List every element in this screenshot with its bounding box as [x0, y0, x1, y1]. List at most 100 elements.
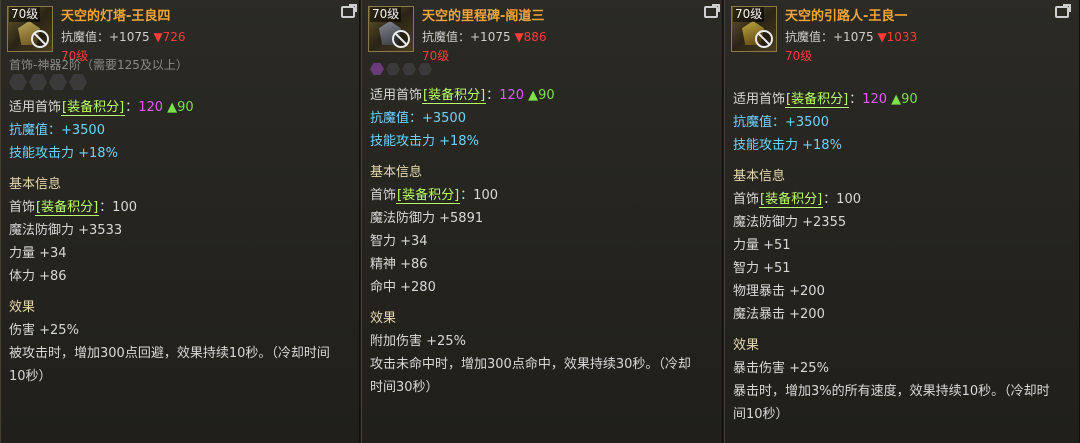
- unusable-icon: [392, 30, 410, 48]
- apply-prefix: 适用首饰: [370, 88, 423, 103]
- stat-line: 力量 +34: [9, 246, 67, 261]
- effect-line: 攻击未命中时，增加300点命中，效果持续30秒。（冷却: [370, 357, 691, 372]
- tooltip-body: 适用首饰[装备积分]：120 ▲90 抗魔值：+3500 技能攻击力 +18% …: [725, 88, 1079, 426]
- stat-line: 物理暴击 +200: [733, 284, 825, 299]
- stat-line: 魔法防御力 +2355: [733, 215, 847, 230]
- equip-score-tag[interactable]: [装备积分]: [759, 192, 824, 208]
- item-icon: 70级: [7, 6, 53, 52]
- apply-line: 适用首饰[装备积分]：120 ▲90: [725, 88, 1079, 111]
- resist-label: 抗魔值：+1075: [61, 30, 150, 44]
- level-tag: 70级: [733, 7, 765, 22]
- socket-icon: [402, 63, 416, 75]
- resist-diff: ▼726: [153, 30, 186, 44]
- accessory-label: 首饰: [370, 188, 397, 203]
- accessory-line: 首饰[装备积分]：100: [362, 184, 722, 207]
- resist-label: 抗魔值：+1075: [785, 30, 874, 44]
- score-diff: ▲90: [891, 92, 918, 107]
- stat-line: 精神 +86: [370, 257, 428, 272]
- stat-line: 力量 +51: [733, 238, 791, 253]
- score-value: 120: [499, 88, 525, 103]
- score-colon: ：: [486, 88, 500, 103]
- level-tag: 70级: [9, 7, 41, 22]
- equip-score-tag[interactable]: [装备积分]: [396, 188, 461, 204]
- effect-line: 暴击时，增加3%的所有速度，效果持续10秒。（冷却时: [733, 384, 1050, 399]
- effect-line: 暴击伤害 +25%: [733, 361, 829, 376]
- effect-heading: 效果: [370, 311, 397, 326]
- item-tooltip-panel-3: 70级 天空的引路人-王良一 抗魔值：+1075 ▼1033 70级 适用首饰[…: [724, 0, 1080, 443]
- item-tooltip-panel-1: 70级 天空的灯塔-王良四 抗魔值：+1075 ▼726 70级 首饰-神器2阶…: [0, 0, 360, 443]
- accessory-line: 首饰[装备积分]：100: [1, 196, 359, 219]
- required-level: 70级: [785, 49, 813, 63]
- resist-compare: 抗魔值：+1075 ▼726: [61, 28, 186, 45]
- stat-line: 智力 +34: [370, 234, 428, 249]
- apply-prefix: 适用首饰: [9, 100, 62, 115]
- socket-icon: [49, 74, 67, 90]
- effect-line: 10秒）: [9, 369, 52, 384]
- tooltip-header: 70级 天空的灯塔-王良四 抗魔值：+1075 ▼726 70级: [1, 0, 359, 63]
- stat-line: 魔法防御力 +3533: [9, 223, 123, 238]
- tooltip-header: 70级 天空的里程碑-阁道三 抗魔值：+1075 ▼886 70级: [362, 0, 722, 63]
- skill-atk-line: 技能攻击力 +18%: [733, 138, 842, 153]
- apply-prefix: 适用首饰: [733, 92, 786, 107]
- socket-icon: [9, 74, 27, 90]
- equip-score-tag[interactable]: [装备积分]: [35, 200, 100, 216]
- accessory-score: ：100: [460, 188, 498, 203]
- expand-icon[interactable]: [1055, 4, 1071, 18]
- stat-line: 命中 +280: [370, 280, 436, 295]
- basic-info-heading: 基本信息: [733, 169, 786, 184]
- resist-line: 抗魔值：+3500: [9, 123, 105, 138]
- effect-heading: 效果: [733, 338, 760, 353]
- stat-line: 智力 +51: [733, 261, 791, 276]
- effect-line: 附加伤害 +25%: [370, 334, 466, 349]
- effect-heading: 效果: [9, 300, 36, 315]
- basic-info-heading: 基本信息: [9, 177, 62, 192]
- tooltip-body: 适用首饰[装备积分]：120 ▲90 抗魔值：+3500 技能攻击力 +18% …: [362, 63, 722, 399]
- item-tooltip-panel-2: 70级 天空的里程碑-阁道三 抗魔值：+1075 ▼886 70级 适用首饰[装…: [361, 0, 723, 443]
- score-diff: ▲90: [167, 100, 194, 115]
- apply-line: 适用首饰[装备积分]：120 ▲90: [1, 96, 359, 119]
- score-colon: ：: [125, 100, 139, 115]
- resist-compare: 抗魔值：+1075 ▼886: [422, 28, 547, 45]
- unusable-icon: [755, 30, 773, 48]
- basic-info-heading: 基本信息: [370, 165, 423, 180]
- item-title: 天空的里程碑-阁道三: [422, 9, 545, 24]
- effect-line: 间10秒）: [733, 407, 789, 422]
- socket-icon: [29, 74, 47, 90]
- socket-icon: [69, 74, 87, 90]
- item-title: 天空的引路人-王良一: [785, 9, 908, 24]
- resist-diff: ▼886: [514, 30, 547, 44]
- category-line: 首饰-神器2阶（需要125及以上）: [9, 58, 188, 72]
- equip-score-tag[interactable]: [装备积分]: [422, 88, 487, 104]
- effect-line: 伤害 +25%: [9, 323, 79, 338]
- equip-score-tag[interactable]: [装备积分]: [785, 92, 850, 108]
- score-colon: ：: [849, 92, 863, 107]
- stat-line: 魔法防御力 +5891: [370, 211, 484, 226]
- accessory-label: 首饰: [9, 200, 36, 215]
- score-value: 120: [138, 100, 164, 115]
- skill-atk-line: 技能攻击力 +18%: [370, 134, 479, 149]
- effect-line: 被攻击时，增加300点回避，效果持续10秒。（冷却时间: [9, 346, 330, 361]
- expand-icon[interactable]: [704, 4, 720, 18]
- resist-label: 抗魔值：+1075: [422, 30, 511, 44]
- socket-icon: [370, 63, 384, 75]
- effect-line: 时间30秒）: [370, 380, 439, 395]
- unusable-icon: [31, 30, 49, 48]
- equip-score-tag[interactable]: [装备积分]: [61, 100, 126, 116]
- expand-icon[interactable]: [341, 4, 357, 18]
- apply-line: 适用首饰[装备积分]：120 ▲90: [362, 84, 722, 107]
- item-title: 天空的灯塔-王良四: [61, 9, 171, 24]
- score-diff: ▲90: [528, 88, 555, 103]
- item-icon: 70级: [368, 6, 414, 52]
- score-value: 120: [862, 92, 888, 107]
- accessory-line: 首饰[装备积分]：100: [725, 188, 1079, 211]
- resist-line: 抗魔值：+3500: [733, 115, 829, 130]
- socket-icon: [418, 63, 432, 75]
- socket-row: [1, 72, 359, 92]
- skill-atk-line: 技能攻击力 +18%: [9, 146, 118, 161]
- socket-icon: [386, 63, 400, 75]
- resist-line: 抗魔值：+3500: [370, 111, 466, 126]
- resist-diff: ▼1033: [877, 30, 918, 44]
- accessory-label: 首饰: [733, 192, 760, 207]
- stat-line: 体力 +86: [9, 269, 67, 284]
- socket-row: [362, 62, 722, 76]
